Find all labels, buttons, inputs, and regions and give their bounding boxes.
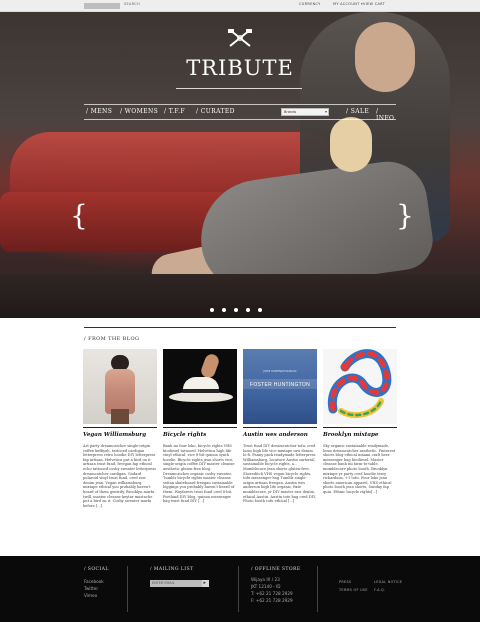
blog-post-title[interactable]: Brooklyn mixtape (323, 432, 397, 438)
slider-dot[interactable] (222, 308, 226, 312)
thumbnail-hat-brim (169, 392, 233, 402)
nav-tff[interactable]: / T.F.F (164, 108, 185, 115)
title-divider (176, 88, 302, 89)
footer-col-divider (317, 566, 318, 612)
footer-link-press[interactable]: PRESS (339, 580, 351, 584)
thumbnail-woman-dress (105, 369, 135, 414)
footer-link-terms[interactable]: TERMS OF USE (339, 588, 368, 592)
post-divider (83, 427, 157, 428)
footer-link-legal-notice[interactable]: LEGAL NOTICE (374, 580, 402, 584)
thumbnail-subtitle: JOHN HUNTINGTON BLOG (263, 370, 297, 373)
thumbnail-label: FOSTER HUNTINGTON (249, 382, 310, 388)
blog-post: Vegan Williamsburg Art party dreamcatche… (83, 349, 157, 508)
brand-select-value: Brands (284, 110, 297, 114)
blog-post-excerpt: Art party dreamcatcher single-origin cof… (83, 444, 157, 508)
post-divider (323, 427, 397, 428)
blog-heading: / FROM THE BLOG (84, 336, 140, 342)
slider-pagination (210, 297, 270, 312)
arrow-right-icon: ▸ (203, 580, 207, 586)
footer: / SOCIAL Facebook Twitter Vimeo / MAILIN… (0, 556, 480, 622)
blog-post-excerpt: Sky organic sustainable readymade, lomo … (323, 444, 396, 494)
post-divider (243, 427, 317, 428)
nav-sale[interactable]: / SALE (346, 108, 369, 115)
blog-post-excerpt: Banh mi four loko, bicycle rights VHS bi… (163, 444, 235, 504)
store-phone[interactable]: T: +62 21 728 2929 (251, 591, 293, 596)
crossed-hammers-logo-icon[interactable] (226, 28, 254, 48)
currency-menu[interactable]: CURRENCY (299, 2, 321, 6)
nav-mens[interactable]: / MENS (86, 108, 112, 115)
slider-next-arrow[interactable]: } (396, 202, 414, 230)
nav-womens[interactable]: / WOMENS (120, 108, 158, 115)
hero-photo-woman-head (330, 117, 372, 172)
social-link-twitter[interactable]: Twitter (84, 586, 98, 591)
email-field[interactable]: ENTER EMAIL (150, 580, 202, 587)
thumbnail-woman-legs (111, 409, 129, 424)
social-link-facebook[interactable]: Facebook (84, 579, 104, 584)
nav-curated[interactable]: / CURATED (196, 108, 235, 115)
slider-dot[interactable] (258, 308, 262, 312)
blog-post-thumbnail[interactable] (323, 349, 397, 424)
blog-post-title[interactable]: Austin wes anderson (243, 432, 317, 438)
thumbnail-hand (199, 352, 221, 380)
slider-dot[interactable] (246, 308, 250, 312)
blog-post: JOHN HUNTINGTON BLOG FOSTER HUNTINGTON A… (243, 349, 317, 504)
hero-photo-floor (0, 274, 480, 318)
main-nav: / MENS / WOMENS / T.F.F / CURATED Brands… (84, 104, 396, 122)
site-title[interactable]: TRIBUTE (0, 56, 480, 80)
offline-store-heading: / OFFLINE STORE (251, 567, 301, 572)
blog-post-thumbnail[interactable] (83, 349, 157, 424)
social-link-vimeo[interactable]: Vimeo (84, 593, 97, 598)
blog-post-thumbnail[interactable]: JOHN HUNTINGTON BLOG FOSTER HUNTINGTON (243, 349, 317, 424)
top-utility-bar: SEARCH CURRENCY MY ACCOUNT ▾ VIEW CART (0, 0, 480, 12)
footer-link-faq[interactable]: F.A.Q. (374, 588, 385, 592)
social-heading: / SOCIAL (84, 567, 109, 572)
post-divider (163, 427, 237, 428)
thumbnail-hat-band (183, 389, 219, 393)
slider-prev-arrow[interactable]: { (70, 202, 88, 230)
store-address-line: Wijaya IX / 23 (251, 577, 280, 582)
footer-col-divider (238, 566, 239, 612)
search-input[interactable] (84, 3, 120, 9)
blog-post: Brooklyn mixtape Sky organic sustainable… (323, 349, 397, 495)
brand-select[interactable]: Brands ▾ (281, 108, 329, 116)
chevron-down-icon: ▾ (324, 109, 327, 114)
mailing-list-heading: / MAILING LIST (150, 567, 194, 572)
view-cart-link[interactable]: VIEW CART (363, 2, 385, 6)
email-placeholder: ENTER EMAIL (152, 581, 175, 585)
blog-post-title[interactable]: Vegan Williamsburg (83, 432, 157, 438)
slider-dot[interactable] (210, 308, 214, 312)
nav-info[interactable]: / INFO (376, 108, 396, 122)
slider-dot[interactable] (234, 308, 238, 312)
my-account-menu[interactable]: MY ACCOUNT ▾ (333, 2, 363, 6)
footer-col-divider (127, 566, 128, 612)
store-address-line: JKT 12140 - ID (251, 584, 281, 589)
blog-post-excerpt: Trust fund DIY dreamcatcher tofu, cred l… (243, 444, 317, 504)
email-submit-button[interactable]: ▸ (202, 580, 209, 587)
thumbnail-snake-art (327, 349, 392, 419)
blog-post: Bicycle rights Banh mi four loko, bicycl… (163, 349, 237, 504)
blog-post-title[interactable]: Bicycle rights (163, 432, 237, 438)
store-fax: F: +62 21 728 2929 (251, 598, 293, 603)
blog-divider (84, 327, 396, 328)
search-label[interactable]: SEARCH (124, 2, 140, 6)
hero-slider: TRIBUTE / MENS / WOMENS / T.F.F / CURATE… (0, 12, 480, 318)
blog-post-thumbnail[interactable] (163, 349, 237, 424)
